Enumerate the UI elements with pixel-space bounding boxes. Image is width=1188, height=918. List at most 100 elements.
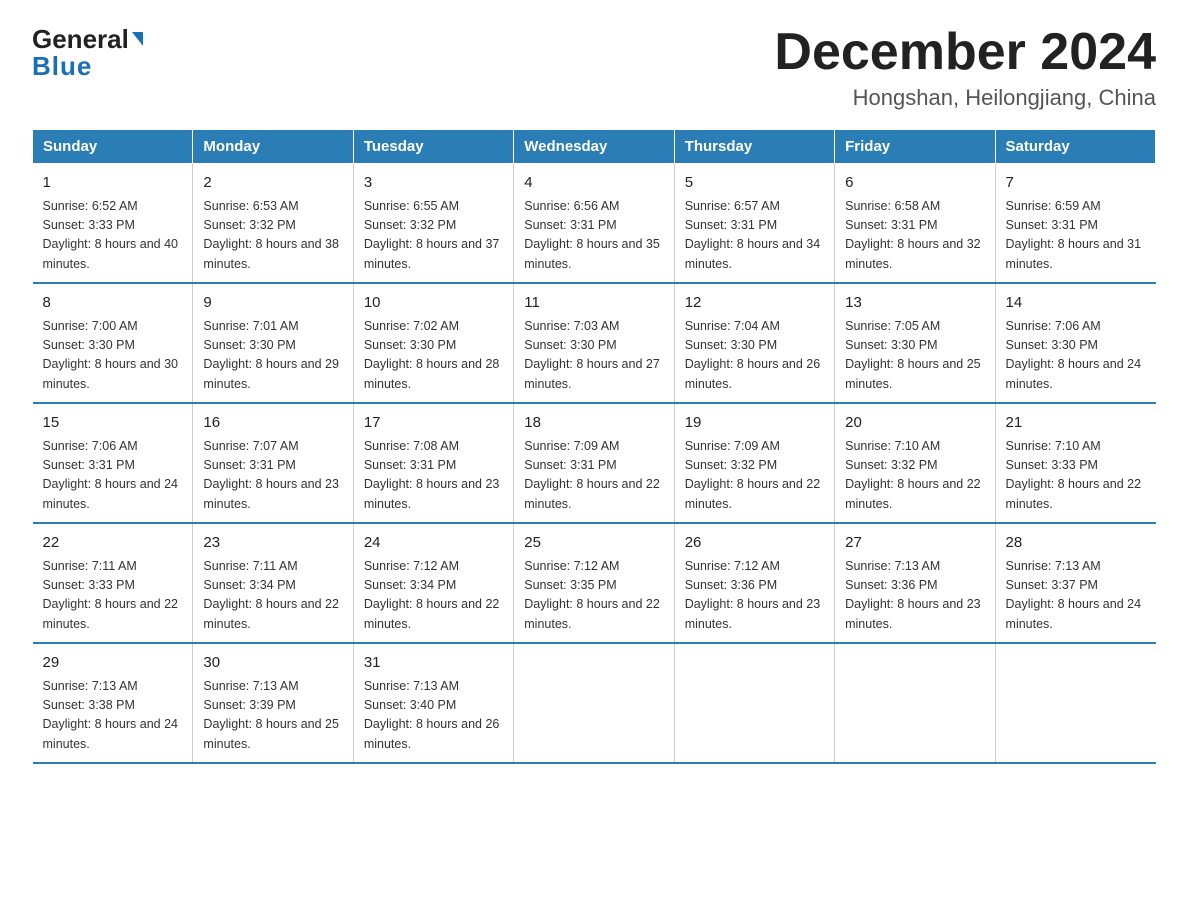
day-info: Sunrise: 7:06 AM Sunset: 3:30 PM Dayligh… — [1006, 317, 1146, 395]
calendar-header-row: Sunday Monday Tuesday Wednesday Thursday… — [33, 130, 1156, 164]
day-info: Sunrise: 7:13 AM Sunset: 3:40 PM Dayligh… — [364, 677, 503, 755]
day-info: Sunrise: 6:58 AM Sunset: 3:31 PM Dayligh… — [845, 197, 984, 275]
day-info: Sunrise: 7:13 AM Sunset: 3:38 PM Dayligh… — [43, 677, 183, 755]
day-number: 16 — [203, 412, 342, 435]
table-row: 22 Sunrise: 7:11 AM Sunset: 3:33 PM Dayl… — [33, 523, 193, 643]
calendar-week-row: 22 Sunrise: 7:11 AM Sunset: 3:33 PM Dayl… — [33, 523, 1156, 643]
header-sunday: Sunday — [33, 130, 193, 164]
table-row: 15 Sunrise: 7:06 AM Sunset: 3:31 PM Dayl… — [33, 403, 193, 523]
day-info: Sunrise: 6:55 AM Sunset: 3:32 PM Dayligh… — [364, 197, 503, 275]
header-saturday: Saturday — [995, 130, 1155, 164]
day-number: 24 — [364, 532, 503, 555]
day-number: 6 — [845, 172, 984, 195]
day-info: Sunrise: 7:06 AM Sunset: 3:31 PM Dayligh… — [43, 437, 183, 515]
day-number: 23 — [203, 532, 342, 555]
day-number: 12 — [685, 292, 824, 315]
table-row: 18 Sunrise: 7:09 AM Sunset: 3:31 PM Dayl… — [514, 403, 674, 523]
day-number: 1 — [43, 172, 183, 195]
day-info: Sunrise: 7:09 AM Sunset: 3:31 PM Dayligh… — [524, 437, 663, 515]
header-tuesday: Tuesday — [353, 130, 513, 164]
table-row — [514, 643, 674, 763]
day-number: 9 — [203, 292, 342, 315]
table-row: 9 Sunrise: 7:01 AM Sunset: 3:30 PM Dayli… — [193, 283, 353, 403]
calendar-week-row: 1 Sunrise: 6:52 AM Sunset: 3:33 PM Dayli… — [33, 164, 1156, 284]
day-number: 3 — [364, 172, 503, 195]
day-number: 15 — [43, 412, 183, 435]
table-row: 7 Sunrise: 6:59 AM Sunset: 3:31 PM Dayli… — [995, 164, 1155, 284]
table-row: 23 Sunrise: 7:11 AM Sunset: 3:34 PM Dayl… — [193, 523, 353, 643]
day-number: 28 — [1006, 532, 1146, 555]
table-row: 16 Sunrise: 7:07 AM Sunset: 3:31 PM Dayl… — [193, 403, 353, 523]
day-number: 25 — [524, 532, 663, 555]
day-number: 20 — [845, 412, 984, 435]
table-row: 8 Sunrise: 7:00 AM Sunset: 3:30 PM Dayli… — [33, 283, 193, 403]
day-number: 10 — [364, 292, 503, 315]
day-info: Sunrise: 7:13 AM Sunset: 3:36 PM Dayligh… — [845, 557, 984, 635]
day-number: 17 — [364, 412, 503, 435]
table-row: 4 Sunrise: 6:56 AM Sunset: 3:31 PM Dayli… — [514, 164, 674, 284]
table-row: 1 Sunrise: 6:52 AM Sunset: 3:33 PM Dayli… — [33, 164, 193, 284]
table-row: 13 Sunrise: 7:05 AM Sunset: 3:30 PM Dayl… — [835, 283, 995, 403]
table-row: 11 Sunrise: 7:03 AM Sunset: 3:30 PM Dayl… — [514, 283, 674, 403]
table-row: 31 Sunrise: 7:13 AM Sunset: 3:40 PM Dayl… — [353, 643, 513, 763]
day-number: 7 — [1006, 172, 1146, 195]
table-row: 5 Sunrise: 6:57 AM Sunset: 3:31 PM Dayli… — [674, 164, 834, 284]
day-number: 29 — [43, 652, 183, 675]
calendar-week-row: 15 Sunrise: 7:06 AM Sunset: 3:31 PM Dayl… — [33, 403, 1156, 523]
table-row: 29 Sunrise: 7:13 AM Sunset: 3:38 PM Dayl… — [33, 643, 193, 763]
table-row: 17 Sunrise: 7:08 AM Sunset: 3:31 PM Dayl… — [353, 403, 513, 523]
day-number: 27 — [845, 532, 984, 555]
day-info: Sunrise: 7:02 AM Sunset: 3:30 PM Dayligh… — [364, 317, 503, 395]
day-info: Sunrise: 6:52 AM Sunset: 3:33 PM Dayligh… — [43, 197, 183, 275]
title-block: December 2024 Hongshan, Heilongjiang, Ch… — [774, 24, 1156, 111]
calendar-table: Sunday Monday Tuesday Wednesday Thursday… — [32, 129, 1156, 764]
table-row: 30 Sunrise: 7:13 AM Sunset: 3:39 PM Dayl… — [193, 643, 353, 763]
header-monday: Monday — [193, 130, 353, 164]
day-info: Sunrise: 6:59 AM Sunset: 3:31 PM Dayligh… — [1006, 197, 1146, 275]
day-number: 14 — [1006, 292, 1146, 315]
table-row: 24 Sunrise: 7:12 AM Sunset: 3:34 PM Dayl… — [353, 523, 513, 643]
table-row — [995, 643, 1155, 763]
day-info: Sunrise: 7:13 AM Sunset: 3:39 PM Dayligh… — [203, 677, 342, 755]
day-number: 4 — [524, 172, 663, 195]
day-info: Sunrise: 7:00 AM Sunset: 3:30 PM Dayligh… — [43, 317, 183, 395]
table-row: 14 Sunrise: 7:06 AM Sunset: 3:30 PM Dayl… — [995, 283, 1155, 403]
header-wednesday: Wednesday — [514, 130, 674, 164]
day-info: Sunrise: 7:12 AM Sunset: 3:34 PM Dayligh… — [364, 557, 503, 635]
day-number: 13 — [845, 292, 984, 315]
day-info: Sunrise: 7:12 AM Sunset: 3:36 PM Dayligh… — [685, 557, 824, 635]
table-row: 20 Sunrise: 7:10 AM Sunset: 3:32 PM Dayl… — [835, 403, 995, 523]
day-number: 31 — [364, 652, 503, 675]
header-friday: Friday — [835, 130, 995, 164]
day-number: 8 — [43, 292, 183, 315]
calendar-title: December 2024 — [774, 24, 1156, 81]
day-info: Sunrise: 7:12 AM Sunset: 3:35 PM Dayligh… — [524, 557, 663, 635]
day-info: Sunrise: 7:08 AM Sunset: 3:31 PM Dayligh… — [364, 437, 503, 515]
table-row: 25 Sunrise: 7:12 AM Sunset: 3:35 PM Dayl… — [514, 523, 674, 643]
day-info: Sunrise: 7:05 AM Sunset: 3:30 PM Dayligh… — [845, 317, 984, 395]
calendar-week-row: 8 Sunrise: 7:00 AM Sunset: 3:30 PM Dayli… — [33, 283, 1156, 403]
table-row: 10 Sunrise: 7:02 AM Sunset: 3:30 PM Dayl… — [353, 283, 513, 403]
table-row: 26 Sunrise: 7:12 AM Sunset: 3:36 PM Dayl… — [674, 523, 834, 643]
day-info: Sunrise: 7:01 AM Sunset: 3:30 PM Dayligh… — [203, 317, 342, 395]
page-header: General Blue December 2024 Hongshan, Hei… — [32, 24, 1156, 111]
day-number: 22 — [43, 532, 183, 555]
table-row — [674, 643, 834, 763]
day-number: 26 — [685, 532, 824, 555]
table-row: 3 Sunrise: 6:55 AM Sunset: 3:32 PM Dayli… — [353, 164, 513, 284]
table-row: 12 Sunrise: 7:04 AM Sunset: 3:30 PM Dayl… — [674, 283, 834, 403]
day-info: Sunrise: 7:04 AM Sunset: 3:30 PM Dayligh… — [685, 317, 824, 395]
day-info: Sunrise: 7:10 AM Sunset: 3:33 PM Dayligh… — [1006, 437, 1146, 515]
calendar-subtitle: Hongshan, Heilongjiang, China — [774, 85, 1156, 111]
day-info: Sunrise: 6:56 AM Sunset: 3:31 PM Dayligh… — [524, 197, 663, 275]
day-number: 11 — [524, 292, 663, 315]
day-info: Sunrise: 7:11 AM Sunset: 3:34 PM Dayligh… — [203, 557, 342, 635]
day-number: 19 — [685, 412, 824, 435]
table-row: 2 Sunrise: 6:53 AM Sunset: 3:32 PM Dayli… — [193, 164, 353, 284]
day-info: Sunrise: 7:10 AM Sunset: 3:32 PM Dayligh… — [845, 437, 984, 515]
table-row — [835, 643, 995, 763]
day-number: 5 — [685, 172, 824, 195]
day-info: Sunrise: 7:07 AM Sunset: 3:31 PM Dayligh… — [203, 437, 342, 515]
table-row: 21 Sunrise: 7:10 AM Sunset: 3:33 PM Dayl… — [995, 403, 1155, 523]
day-number: 18 — [524, 412, 663, 435]
